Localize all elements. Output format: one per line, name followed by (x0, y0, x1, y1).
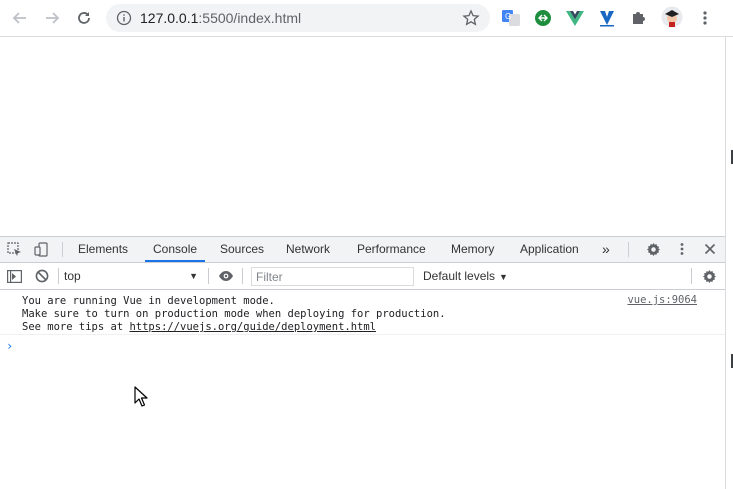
kebab-menu-icon (703, 11, 707, 25)
tab-performance[interactable]: Performance (357, 237, 426, 262)
vue-devtools-icon[interactable] (565, 8, 585, 28)
dropdown-arrow-icon: ▼ (499, 272, 508, 282)
reload-icon (78, 12, 90, 24)
show-sidebar-icon[interactable] (6, 268, 22, 284)
console-prompt[interactable]: › (6, 339, 13, 353)
window-edge (725, 37, 733, 489)
live-expression-eye-icon[interactable] (218, 268, 234, 284)
clear-console-icon[interactable] (34, 268, 50, 284)
puzzle-extensions-icon[interactable] (629, 8, 649, 28)
console-toolbar: top ▼ Default levels▼ (0, 263, 725, 290)
tab-elements[interactable]: Elements (78, 237, 128, 262)
forward-button[interactable] (40, 6, 64, 30)
more-tabs-button[interactable]: » (602, 237, 610, 262)
context-value: top (64, 269, 81, 283)
dropdown-arrow-icon: ▼ (189, 271, 198, 281)
browser-menu-button[interactable] (695, 8, 715, 28)
console-message-line: See more tips at https://vuejs.org/guide… (22, 321, 377, 333)
arrow-right-icon (46, 12, 60, 24)
console-filter-input[interactable] (251, 267, 414, 286)
levels-label: Default levels (423, 269, 496, 283)
devtools-tabbar: Elements Console Sources Network Perform… (0, 237, 725, 263)
devtools-panel: Elements Console Sources Network Perform… (0, 236, 725, 489)
back-button[interactable] (8, 6, 32, 30)
reload-button[interactable] (72, 6, 96, 30)
tab-network[interactable]: Network (286, 237, 330, 262)
tab-sources[interactable]: Sources (220, 237, 264, 262)
address-bar[interactable]: 127.0.0.1:5500/index.html (106, 4, 490, 32)
deployment-guide-link[interactable]: https://vuejs.org/guide/deployment.html (129, 321, 376, 333)
svg-text:G: G (505, 12, 511, 21)
bookmark-star-icon[interactable] (462, 9, 480, 27)
console-settings-gear-icon[interactable] (701, 268, 717, 284)
console-message-line: You are running Vue in development mode. (22, 295, 275, 307)
mouse-cursor-icon (134, 386, 148, 407)
message-source-link[interactable]: vue.js:9064 (627, 294, 697, 306)
green-circle-extension-icon[interactable] (533, 8, 553, 28)
page-viewport (0, 37, 725, 235)
tab-console[interactable]: Console (144, 237, 206, 262)
close-devtools-icon[interactable] (702, 241, 718, 257)
tab-memory[interactable]: Memory (451, 237, 494, 262)
devtools-settings-gear-icon[interactable] (645, 241, 661, 257)
devtools-customize-menu-icon[interactable] (674, 241, 690, 257)
vuetify-icon[interactable] (597, 8, 617, 28)
console-message-line: Make sure to turn on production mode whe… (22, 308, 446, 320)
device-toolbar-icon[interactable] (33, 241, 49, 257)
inspect-element-icon[interactable] (6, 241, 22, 257)
url-text: 127.0.0.1:5500/index.html (140, 10, 302, 26)
google-translate-icon[interactable]: G (501, 8, 521, 28)
context-selector[interactable]: top ▼ (64, 267, 200, 285)
info-icon[interactable] (116, 10, 132, 26)
arrow-left-icon (12, 12, 26, 24)
browser-toolbar: 127.0.0.1:5500/index.html G (0, 0, 733, 37)
profile-avatar[interactable] (661, 6, 683, 28)
log-levels-dropdown[interactable]: Default levels ▼ (423, 267, 508, 286)
tab-application[interactable]: Application (520, 237, 579, 262)
console-message: You are running Vue in development mode.… (0, 290, 725, 335)
